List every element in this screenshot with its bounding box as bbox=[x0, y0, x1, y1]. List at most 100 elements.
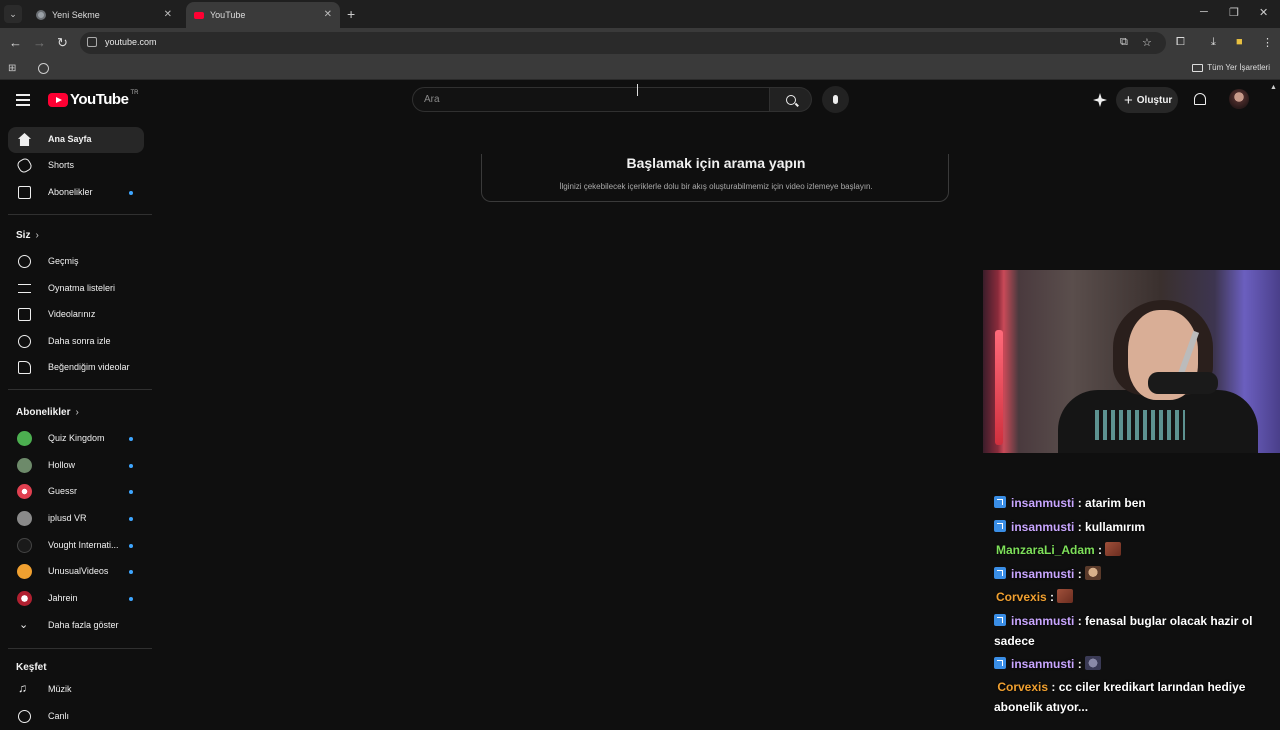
led-light bbox=[995, 330, 1003, 445]
sidebar-channel-guessr[interactable]: Guessr bbox=[8, 479, 144, 505]
sidebar-item-label: Shorts bbox=[48, 160, 75, 170]
channel-avatar bbox=[17, 564, 32, 579]
chat-username: insanmusti bbox=[1011, 657, 1075, 671]
browser-tab-new-tab[interactable]: Yeni Sekme ✕ bbox=[28, 2, 180, 28]
sidebar-item-music[interactable]: ♫ Müzik bbox=[8, 677, 144, 703]
emote-icon bbox=[1084, 566, 1101, 580]
close-tab-icon[interactable]: ✕ bbox=[324, 9, 332, 20]
globe-icon[interactable] bbox=[38, 63, 49, 74]
sidebar-item-shorts[interactable]: Shorts bbox=[8, 153, 144, 179]
chat-username: insanmusti bbox=[1011, 567, 1075, 581]
sidebar-divider bbox=[8, 389, 152, 390]
sidebar-item-liked-videos[interactable]: Beğendiğim videolar bbox=[8, 355, 144, 381]
more-menu-icon[interactable]: ⋮ bbox=[1262, 36, 1273, 49]
watch-later-icon bbox=[18, 335, 31, 348]
minimize-icon[interactable]: ─ bbox=[1200, 6, 1208, 18]
apps-grid-icon[interactable]: ⊞ bbox=[8, 63, 16, 74]
scroll-up-arrow-icon[interactable]: ▲ bbox=[1270, 84, 1277, 91]
sidebar-item-playlists[interactable]: Oynatma listeleri bbox=[8, 276, 144, 302]
streamer-webcam bbox=[983, 270, 1280, 453]
close-window-icon[interactable]: ✕ bbox=[1259, 6, 1268, 19]
sidebar-item-label: iplusd VR bbox=[48, 513, 87, 523]
sparkle-icon[interactable] bbox=[1093, 93, 1107, 107]
empty-feed-prompt: Başlamak için arama yapın İlginizi çekeb… bbox=[481, 154, 949, 202]
sidebar-item-history[interactable]: Geçmiş bbox=[8, 249, 144, 275]
chat-message: insanmusti : kullamırım bbox=[994, 517, 1145, 537]
section-title: Keşfet bbox=[16, 662, 47, 673]
section-header-subscriptions[interactable]: Abonelikler › bbox=[16, 407, 79, 418]
sidebar-item-label: Daha sonra izle bbox=[48, 336, 111, 346]
all-bookmarks-button[interactable]: Tüm Yer İşaretleri bbox=[1192, 63, 1270, 72]
avatar[interactable] bbox=[1229, 89, 1249, 109]
notifications-bell-icon[interactable] bbox=[1194, 93, 1206, 105]
sidebar-item-home[interactable]: Ana Sayfa bbox=[8, 127, 144, 153]
logo-text: YouTube bbox=[70, 91, 129, 108]
extensions-icon[interactable]: ⧠ bbox=[1176, 36, 1185, 49]
chat-text: : bbox=[1077, 567, 1082, 581]
sidebar-channel-unusualvideos[interactable]: UnusualVideos bbox=[8, 559, 144, 585]
sidebar-channel-quiz-kingdom[interactable]: Quiz Kingdom bbox=[8, 426, 144, 452]
install-app-icon[interactable]: ⧉ bbox=[1120, 36, 1128, 49]
search-input[interactable]: Ara bbox=[412, 87, 770, 112]
new-tab-plus-icon[interactable]: + bbox=[347, 6, 355, 22]
channel-avatar bbox=[17, 431, 32, 446]
channel-avatar bbox=[17, 538, 32, 553]
browser-tab-youtube[interactable]: YouTube ✕ bbox=[186, 2, 340, 28]
back-arrow-icon[interactable]: ← bbox=[9, 35, 22, 50]
prime-badge-icon bbox=[994, 567, 1006, 579]
youtube-play-icon bbox=[48, 92, 68, 107]
forward-arrow-icon[interactable]: → bbox=[33, 35, 46, 50]
sidebar-item-watch-later[interactable]: Daha sonra izle bbox=[8, 329, 144, 355]
folder-icon bbox=[1192, 63, 1204, 72]
restore-icon[interactable]: ❐ bbox=[1229, 6, 1239, 19]
chevron-right-icon: › bbox=[35, 230, 39, 241]
sidebar-item-your-videos[interactable]: Videolarınız bbox=[8, 302, 144, 328]
new-content-dot bbox=[129, 490, 133, 494]
prompt-subtitle: İlginizi çekebilecek içeriklerle dolu bi… bbox=[559, 182, 873, 191]
bookmark-star-icon[interactable]: ☆ bbox=[1142, 36, 1152, 49]
voice-search-button[interactable] bbox=[822, 86, 849, 113]
sidebar-item-label: Videolarınız bbox=[48, 309, 96, 319]
menu-icon[interactable] bbox=[16, 94, 30, 109]
close-tab-icon[interactable]: ✕ bbox=[164, 9, 172, 20]
sidebar-item-label: Vought Internati... bbox=[48, 540, 119, 550]
show-more-button[interactable]: ⌄ Daha fazla göster bbox=[8, 613, 144, 639]
prompt-title: Başlamak için arama yapın bbox=[626, 155, 806, 171]
sidebar-divider bbox=[8, 214, 152, 215]
prime-badge-icon bbox=[994, 614, 1006, 626]
emote-icon bbox=[1105, 542, 1122, 556]
extension-badge-icon[interactable]: ■ bbox=[1236, 36, 1243, 48]
sidebar-item-label: Geçmiş bbox=[48, 256, 79, 266]
address-bar[interactable]: youtube.com bbox=[80, 32, 1166, 54]
chat-text: : bbox=[1098, 543, 1103, 557]
emote-icon bbox=[1057, 589, 1074, 603]
channel-avatar bbox=[17, 591, 32, 606]
chevron-down-icon: ⌄ bbox=[19, 619, 29, 631]
sidebar-channel-vought[interactable]: Vought Internati... bbox=[8, 533, 144, 559]
create-button[interactable]: + Oluştur bbox=[1116, 87, 1178, 113]
sidebar-item-subscriptions[interactable]: Abonelikler bbox=[8, 180, 144, 206]
sidebar: Ana Sayfa Shorts Abonelikler Siz › Geçmiş… bbox=[0, 119, 160, 723]
chat-message: ManzaraLi_Adam : bbox=[996, 540, 1122, 560]
youtube-logo[interactable]: YouTube TR bbox=[48, 89, 139, 108]
playlists-icon bbox=[18, 284, 31, 293]
download-icon[interactable]: ⤓ bbox=[1211, 36, 1216, 49]
text-cursor bbox=[637, 84, 638, 96]
sidebar-item-label: Guessr bbox=[48, 486, 78, 496]
site-info-icon[interactable] bbox=[87, 37, 97, 47]
chat-text: : bbox=[1077, 657, 1082, 671]
sidebar-channel-hollow[interactable]: Hollow bbox=[8, 453, 144, 479]
country-code: TR bbox=[130, 89, 139, 96]
channel-avatar bbox=[17, 458, 32, 473]
prime-badge-icon bbox=[994, 496, 1006, 508]
search-button[interactable] bbox=[770, 87, 812, 112]
sidebar-channel-jahrein[interactable]: Jahrein bbox=[8, 586, 144, 612]
browser-tab-strip: ⌄ Yeni Sekme ✕ YouTube ✕ + ─ ❐ ✕ bbox=[0, 0, 1280, 28]
tab-search-button[interactable]: ⌄ bbox=[4, 5, 22, 23]
sidebar-channel-iplusd-vr[interactable]: iplusd VR bbox=[8, 506, 144, 532]
channel-avatar bbox=[17, 511, 32, 526]
sidebar-item-live[interactable]: Canlı bbox=[8, 704, 144, 730]
section-header-you[interactable]: Siz › bbox=[16, 230, 39, 241]
chat-text: : atarim ben bbox=[1077, 496, 1146, 510]
reload-icon[interactable]: ↻ bbox=[57, 35, 68, 51]
